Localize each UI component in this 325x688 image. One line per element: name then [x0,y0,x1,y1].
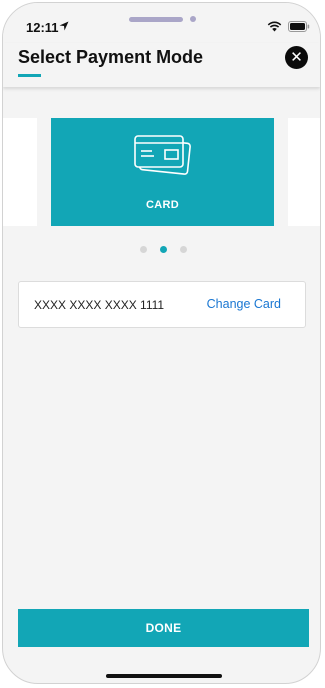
header: Select Payment Mode ✕ [3,43,320,87]
payment-option-previous[interactable] [3,118,37,226]
battery-icon [288,21,310,32]
wifi-icon [267,21,282,32]
carousel-dot[interactable] [180,246,187,253]
home-indicator [106,674,222,678]
payment-option-card[interactable]: CARD [51,118,274,226]
payment-option-label: CARD [146,199,179,211]
speaker-grille [129,17,183,22]
masked-card-number: XXXX XXXX XXXX 1111 [34,298,165,312]
status-bar: 12:11 [3,3,320,43]
close-button[interactable]: ✕ [285,46,308,69]
front-camera [190,16,196,22]
carousel-pagination [140,246,190,254]
close-icon: ✕ [290,49,303,66]
credit-card-icon [134,135,191,175]
carousel-dot[interactable] [140,246,147,253]
page-title: Select Payment Mode [18,47,204,67]
done-button[interactable]: DONE [18,609,309,647]
change-card-link[interactable]: Change Card [207,297,281,311]
location-arrow-icon [59,21,69,31]
status-time: 12:11 [26,20,59,35]
title-underline [18,74,41,77]
phone-frame: 12:11 Select Payment Mode ✕ CARD XXXX XX… [2,2,321,684]
carousel-dot-active[interactable] [160,246,167,253]
payment-option-next[interactable] [288,118,320,226]
selected-card-box: XXXX XXXX XXXX 1111 Change Card [18,281,306,328]
